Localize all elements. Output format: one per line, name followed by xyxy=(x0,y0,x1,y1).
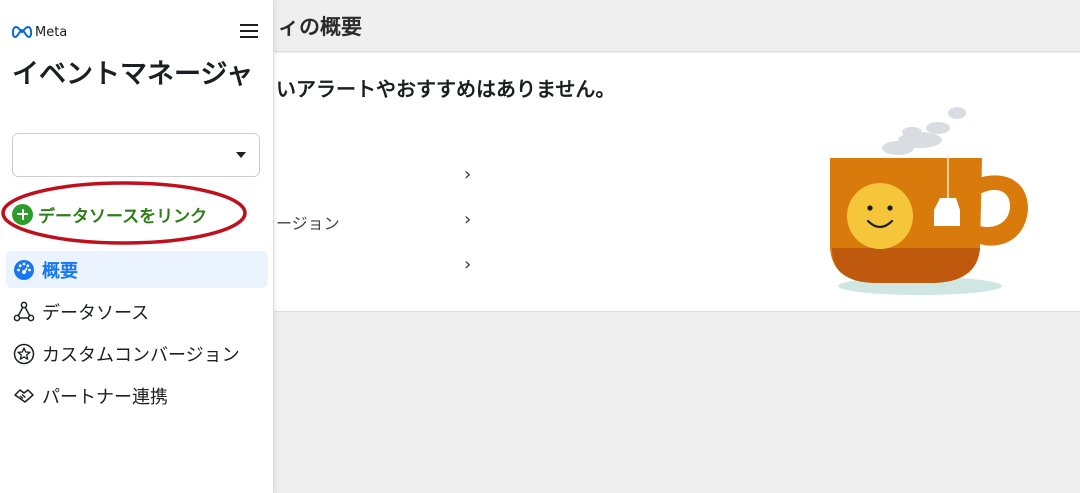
app-title: イベントマネージャ xyxy=(12,59,254,90)
no-alerts-message: いアラートやおすすめはありません。 xyxy=(276,77,616,101)
card-row-2[interactable]: ージョン › xyxy=(276,205,481,235)
tea-cup-illustration xyxy=(830,107,1028,295)
sidebar-item-partner-integrations[interactable]: パートナー連携 xyxy=(6,377,268,414)
cup-base-shade xyxy=(832,248,980,283)
dashboard-gauge-icon xyxy=(12,258,36,282)
steam-illustration xyxy=(882,107,966,155)
handshake-icon xyxy=(12,384,36,408)
sidebar-item-label: パートナー連携 xyxy=(42,386,168,408)
sidebar-item-label: 概要 xyxy=(42,260,78,282)
card-row-1[interactable]: › xyxy=(276,160,481,190)
meta-brand-text: Meta xyxy=(35,24,68,40)
sidebar-item-label: データソース xyxy=(42,302,150,324)
sidebar-item-custom-conversions[interactable]: カスタムコンバージョン xyxy=(6,335,268,372)
data-source-network-icon xyxy=(12,300,36,324)
sidebar-item-label: カスタムコンバージョン xyxy=(42,344,240,366)
star-badge-icon xyxy=(12,342,36,366)
chevron-right-icon: › xyxy=(464,254,472,275)
account-select[interactable] xyxy=(12,133,260,177)
link-data-source-label: データソースをリンク xyxy=(38,206,208,227)
meta-infinity-icon xyxy=(12,26,32,38)
sidebar-item-data-sources[interactable]: データソース xyxy=(6,293,268,330)
tea-bag-tag xyxy=(934,198,960,226)
chevron-right-icon: › xyxy=(464,209,472,230)
hamburger-menu-icon[interactable] xyxy=(239,22,259,40)
card-row-3[interactable]: › xyxy=(276,250,481,280)
sidebar: Meta イベントマネージャ データソースをリンク 概要 データソース カスタム… xyxy=(0,0,274,493)
caret-down-icon xyxy=(236,152,246,158)
sidebar-nav: 概要 データソース カスタムコンバージョン パートナー連携 xyxy=(6,251,268,419)
page-title: ィの概要 xyxy=(278,15,362,39)
meta-logo[interactable]: Meta xyxy=(12,23,67,41)
cup-handle xyxy=(978,175,1028,246)
smiley-face xyxy=(847,183,913,249)
plus-circle-icon xyxy=(12,203,33,225)
chevron-right-icon: › xyxy=(464,164,472,185)
sidebar-item-overview[interactable]: 概要 xyxy=(6,251,268,288)
link-data-source-button[interactable]: データソースをリンク xyxy=(12,200,207,228)
card-row-label: ージョン xyxy=(276,214,340,233)
